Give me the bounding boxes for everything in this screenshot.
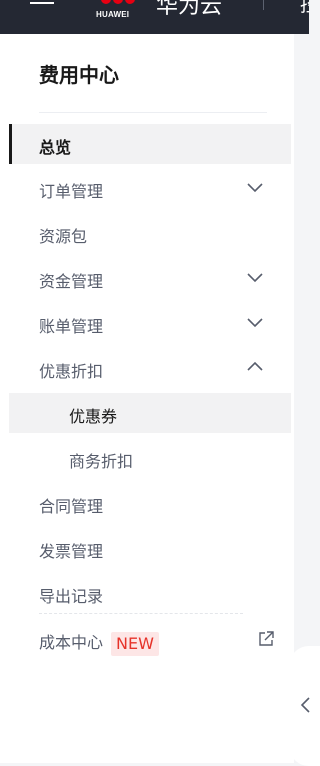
sidebar-collapse-toggle[interactable] (289, 646, 320, 766)
chevron-up-icon (246, 360, 264, 374)
sidebar-item-resource-packages[interactable]: 资源包 (9, 213, 291, 253)
sidebar-item-label: 资金管理 (39, 272, 104, 291)
chevron-down-icon (246, 270, 264, 284)
chevron-down-icon (246, 180, 264, 194)
sidebar-item-overview[interactable]: 总览 (9, 124, 291, 164)
sidebar-item-label: 发票管理 (39, 542, 104, 561)
sidebar-item-contracts[interactable]: 合同管理 (9, 483, 291, 523)
sidebar-item-label: 成本中心 (39, 633, 104, 652)
sidebar-item-label: 导出记录 (39, 587, 104, 606)
sidebar-item-label: 订单管理 (39, 182, 104, 201)
sidebar-item-label: 商务折扣 (69, 452, 134, 471)
logo-text: HUAWEI (96, 10, 130, 19)
sidebar-item-cost-center[interactable]: 成本中心 NEW (9, 621, 291, 661)
sidebar-title: 费用中心 (39, 63, 119, 87)
sidebar-item-label: 资源包 (39, 227, 88, 246)
hamburger-menu-icon[interactable] (30, 0, 54, 6)
sidebar-item-discounts[interactable]: 优惠折扣 (9, 348, 291, 388)
sidebar-divider (39, 613, 243, 614)
sidebar-subitem-coupons[interactable]: 优惠券 (9, 393, 291, 433)
sidebar-item-label: 总览 (39, 138, 72, 157)
sidebar-item-label: 合同管理 (39, 497, 104, 516)
sidebar-item-label: 优惠折扣 (39, 362, 104, 381)
sidebar-item-label: 账单管理 (39, 317, 104, 336)
top-navigation-bar: HUAWEI 华为云 控 (0, 0, 309, 34)
sidebar: 费用中心 总览 订单管理 资源包 资金管理 账单管理 优惠折扣 优惠券 商务折扣… (0, 34, 294, 763)
sidebar-item-orders[interactable]: 订单管理 (9, 168, 291, 208)
sidebar-item-export-records[interactable]: 导出记录 (9, 573, 291, 613)
brand-name[interactable]: 华为云 (156, 0, 222, 20)
topbar-divider (263, 0, 264, 10)
new-badge: NEW (111, 631, 159, 656)
topbar-console-link[interactable]: 控 (300, 0, 309, 17)
sidebar-item-invoices[interactable]: 发票管理 (9, 528, 291, 568)
chevron-down-icon (246, 315, 264, 329)
sidebar-item-funds[interactable]: 资金管理 (9, 258, 291, 298)
title-divider (39, 112, 267, 113)
sidebar-item-bills[interactable]: 账单管理 (9, 303, 291, 343)
sidebar-item-label: 优惠券 (69, 407, 118, 426)
sidebar-item-label-group: 成本中心 NEW (39, 629, 159, 656)
sidebar-subitem-business-discounts[interactable]: 商务折扣 (9, 438, 291, 478)
external-link-icon[interactable] (257, 630, 275, 648)
chevron-left-icon (299, 696, 311, 714)
